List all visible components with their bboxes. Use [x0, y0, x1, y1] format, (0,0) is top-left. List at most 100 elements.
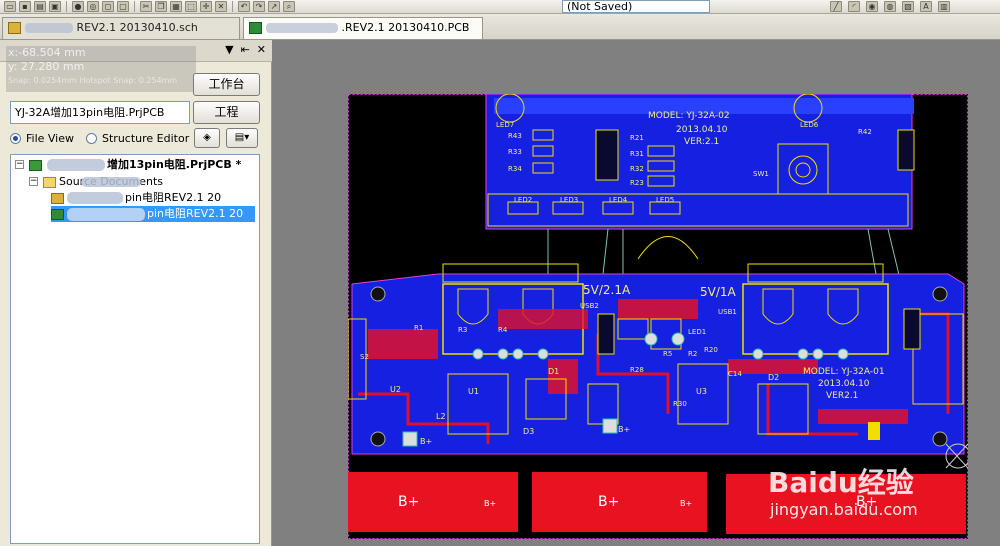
bottom-date-text: 2013.04.10 [818, 379, 870, 389]
document-tab-bar: REV2.1 20130410.sch .REV2.1 20130410.PCB [0, 14, 1000, 40]
output-label-left: 5V/2.1A [583, 283, 631, 297]
open-icon[interactable]: ▭ [4, 1, 16, 12]
label-r4: R4 [498, 326, 508, 334]
label-r33: R33 [508, 148, 522, 156]
label-r31: R31 [630, 150, 644, 158]
collapse-icon[interactable]: − [29, 177, 38, 186]
panel-menu-icon[interactable]: ▼ [225, 43, 233, 56]
project-icon [29, 160, 42, 171]
label-u3: U3 [696, 387, 707, 396]
configuration-select[interactable]: (Not Saved) [562, 0, 710, 13]
pad [472, 348, 484, 360]
move-icon[interactable]: ✛ [200, 1, 212, 12]
place-via-icon[interactable]: ◉ [866, 1, 878, 12]
project-tree: − 增加13pin电阻.PrjPCB * − Source Documents … [10, 154, 260, 544]
output-label-right: 5V/1A [700, 285, 737, 299]
x-coordinate: x:-68.504 mm [8, 46, 86, 59]
panel-pin-icon[interactable]: ⇤ [241, 43, 250, 56]
inspect-icon[interactable]: ⌕ [283, 1, 295, 12]
schematic-doc-label: pin电阻REV2.1 20 [125, 191, 222, 204]
redo-icon[interactable]: ↷ [253, 1, 265, 12]
compile-button[interactable]: ◈ [194, 128, 220, 148]
collapse-icon[interactable]: − [15, 160, 24, 169]
label-s2: S2 [360, 353, 369, 361]
label-r30: R30 [673, 400, 687, 408]
blurred-region [67, 208, 145, 221]
label-c14: C14 [728, 370, 742, 378]
fit-icon[interactable]: ▢ [117, 1, 129, 12]
tab-pcb[interactable]: .REV2.1 20130410.PCB [243, 17, 483, 39]
tree-item-project[interactable]: − 增加13pin电阻.PrjPCB * [15, 157, 255, 173]
battery-label-1: B+ [398, 494, 419, 510]
tree-item-schematic-doc[interactable]: pin电阻REV2.1 20 [51, 190, 255, 206]
label-d3: D3 [523, 427, 534, 436]
preview-icon[interactable]: ▣ [49, 1, 61, 12]
y-coordinate: y: 27.280 mm [8, 60, 85, 73]
globe-icon[interactable]: ● [72, 1, 84, 12]
panel-close-icon[interactable]: ✕ [257, 43, 266, 56]
copper-fill [818, 409, 908, 424]
route-icon[interactable]: ↗ [268, 1, 280, 12]
tree-item-source-documents[interactable]: − Source Documents [29, 174, 255, 190]
workspace-button[interactable]: 工作台 [193, 73, 260, 96]
label-r23: R23 [630, 179, 644, 187]
save-icon[interactable]: ▪ [19, 1, 31, 12]
file-view-label: File View [26, 132, 75, 145]
print-icon[interactable]: ▤ [34, 1, 46, 12]
copper-fill [498, 309, 588, 329]
structure-editor-label: Structure Editor [102, 132, 190, 145]
watermark-logo: Baidu经验 [768, 466, 914, 499]
place-component-icon[interactable]: ▥ [938, 1, 950, 12]
label-u1: U1 [468, 387, 479, 396]
place-pad-icon[interactable]: ◍ [884, 1, 896, 12]
bplus-pad [602, 418, 618, 434]
project-name: 增加13pin电阻.PrjPCB * [107, 158, 242, 171]
bplus-pad [402, 431, 418, 447]
label-led2: LED2 [514, 196, 532, 204]
select-icon[interactable]: ⬚ [185, 1, 197, 12]
undo-icon[interactable]: ↶ [238, 1, 250, 12]
mounting-hole [932, 286, 948, 302]
label-r28: R28 [630, 366, 644, 374]
pad [497, 348, 509, 360]
file-view-radio[interactable] [10, 133, 21, 144]
label-r3: R3 [458, 326, 467, 334]
label-r2: R2 [688, 350, 697, 358]
pad [644, 332, 658, 346]
zoom-icon[interactable]: ◎ [87, 1, 99, 12]
label-r32: R32 [630, 165, 644, 173]
zoom-area-icon[interactable]: ◻ [102, 1, 114, 12]
label-usb1: USB1 [718, 308, 737, 316]
paste-icon[interactable]: ▦ [170, 1, 182, 12]
folder-icon [43, 177, 56, 188]
project-button[interactable]: 工程 [193, 101, 260, 124]
label-led7: LED7 [496, 121, 514, 129]
pad [671, 332, 685, 346]
place-arc-icon[interactable]: ◜ [848, 1, 860, 12]
label-led4: LED4 [609, 196, 628, 204]
cut-icon[interactable]: ✂ [140, 1, 152, 12]
open-folder-button[interactable]: ▤▾ [226, 128, 258, 148]
toolbar-right-group: ╱ ◜ ◉ ◍ ▧ A ▥ [830, 1, 950, 12]
label-u2: U2 [390, 385, 401, 394]
blurred-region [266, 23, 338, 33]
tree-item-pcb-doc[interactable]: pin电阻REV2.1 20 [51, 206, 255, 222]
copy-icon[interactable]: ❐ [155, 1, 167, 12]
battery-label-1b: B+ [484, 499, 496, 508]
place-fill-icon[interactable]: ▧ [902, 1, 914, 12]
blurred-region [81, 177, 141, 187]
project-field[interactable]: YJ-32A增加13pin电阻.PrjPCB [10, 101, 190, 124]
cross-icon[interactable]: ✕ [215, 1, 227, 12]
pad [512, 348, 524, 360]
place-text-icon[interactable]: A [920, 1, 932, 12]
right-header [903, 308, 921, 350]
fuse [868, 422, 880, 440]
label-r43: R43 [508, 132, 522, 140]
structure-editor-radio[interactable] [86, 133, 98, 144]
label-r21: R21 [630, 134, 644, 142]
battery-label-2: B+ [598, 494, 619, 510]
mounting-hole [370, 431, 386, 447]
place-track-icon[interactable]: ╱ [830, 1, 842, 12]
tab-schematic[interactable]: REV2.1 20130410.sch [2, 17, 240, 39]
mounting-hole [370, 286, 386, 302]
